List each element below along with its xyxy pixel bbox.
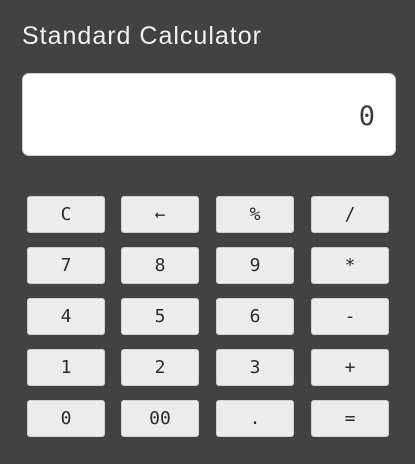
backspace-button[interactable]: ← xyxy=(121,196,199,233)
subtract-button[interactable]: - xyxy=(311,298,389,335)
digit-8-button[interactable]: 8 xyxy=(121,247,199,284)
digit-7-button[interactable]: 7 xyxy=(27,247,105,284)
digit-9-button[interactable]: 9 xyxy=(216,247,294,284)
digit-0-button[interactable]: 0 xyxy=(27,400,105,437)
digit-6-button[interactable]: 6 xyxy=(216,298,294,335)
app-title: Standard Calculator xyxy=(22,22,262,50)
multiply-button[interactable]: * xyxy=(311,247,389,284)
digit-4-button[interactable]: 4 xyxy=(27,298,105,335)
double-zero-button[interactable]: 00 xyxy=(121,400,199,437)
digit-2-button[interactable]: 2 xyxy=(121,349,199,386)
add-button[interactable]: + xyxy=(311,349,389,386)
divide-button[interactable]: / xyxy=(311,196,389,233)
equals-button[interactable]: = xyxy=(311,400,389,437)
calculator-window: Standard Calculator 0 C ← % / 7 8 9 * 4 … xyxy=(0,0,415,464)
display-screen: 0 xyxy=(22,73,396,156)
display-value: 0 xyxy=(358,101,375,132)
digit-5-button[interactable]: 5 xyxy=(121,298,199,335)
decimal-button[interactable]: . xyxy=(216,400,294,437)
digit-1-button[interactable]: 1 xyxy=(27,349,105,386)
clear-button[interactable]: C xyxy=(27,196,105,233)
percent-button[interactable]: % xyxy=(216,196,294,233)
digit-3-button[interactable]: 3 xyxy=(216,349,294,386)
